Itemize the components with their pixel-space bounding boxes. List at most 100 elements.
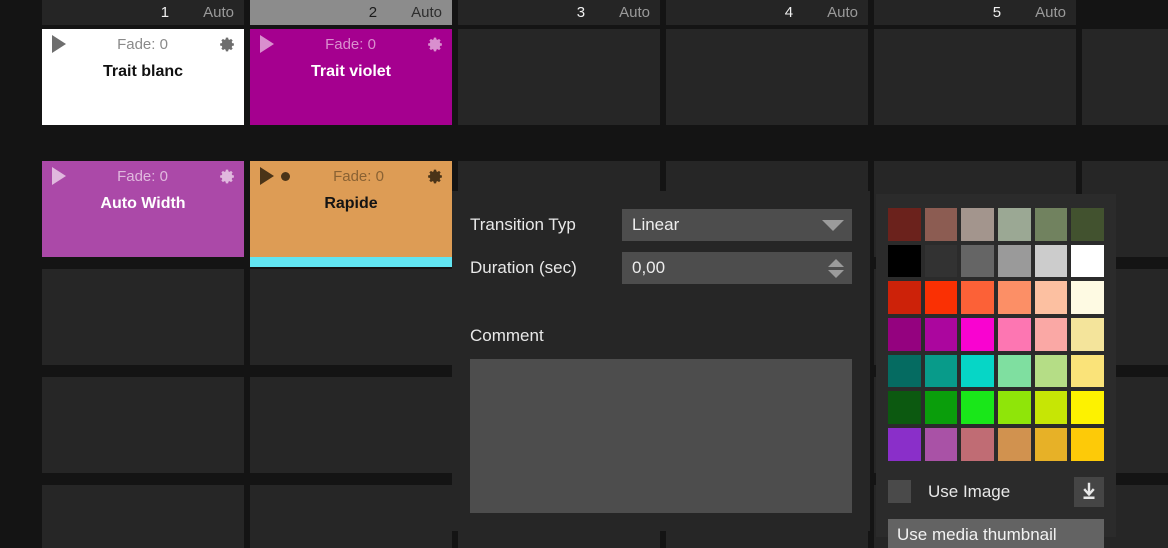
cue-cell[interactable]: Fade: 0 Auto Width (42, 161, 244, 257)
color-picker-panel: Use Image Use media thumbnail (876, 194, 1116, 548)
color-swatch[interactable] (998, 354, 1031, 388)
color-swatch[interactable] (961, 318, 995, 351)
play-icon[interactable] (52, 35, 66, 53)
color-swatch[interactable] (888, 428, 921, 461)
chevron-up-icon[interactable] (828, 258, 844, 267)
color-swatch[interactable] (1071, 281, 1105, 315)
cue-cell[interactable]: Fade: 0 Rapide (250, 161, 452, 267)
column-mode-label: Auto (827, 4, 858, 21)
color-swatch[interactable] (1034, 428, 1068, 461)
use-image-checkbox[interactable] (888, 480, 911, 504)
empty-cell[interactable] (250, 485, 452, 548)
comment-label: Comment (470, 326, 544, 345)
color-swatch[interactable] (961, 391, 995, 425)
gear-icon[interactable] (427, 36, 444, 53)
cue-cell-toolbar: Fade: 0 (42, 161, 244, 191)
stepper-arrows[interactable] (828, 258, 844, 278)
transition-type-dropdown[interactable]: Linear (622, 209, 852, 241)
duration-stepper[interactable]: 0,00 (622, 252, 852, 284)
cue-cell-toolbar: Fade: 0 (250, 161, 452, 191)
color-swatch[interactable] (888, 354, 921, 388)
column-header[interactable]: 3 Auto (458, 0, 660, 25)
column-number: 1 (160, 4, 170, 21)
color-swatch[interactable] (961, 244, 995, 278)
play-icon[interactable] (260, 35, 274, 53)
color-swatch-grid (888, 208, 1105, 461)
play-icon[interactable] (52, 167, 66, 185)
empty-cell[interactable] (666, 29, 868, 125)
column-header[interactable]: 2 Auto (250, 0, 452, 25)
gear-icon[interactable] (219, 168, 236, 185)
color-swatch[interactable] (1071, 318, 1105, 351)
cue-title: Rapide (324, 195, 378, 212)
empty-cell[interactable] (458, 29, 660, 125)
use-media-thumbnail-button[interactable]: Use media thumbnail (888, 518, 1104, 548)
record-dot-icon (281, 171, 290, 181)
color-swatch[interactable] (924, 208, 958, 241)
color-swatch[interactable] (961, 354, 995, 388)
color-swatch[interactable] (924, 281, 958, 315)
color-swatch[interactable] (888, 208, 921, 241)
color-swatch[interactable] (1071, 244, 1105, 278)
column-number: 2 (368, 4, 378, 21)
color-swatch[interactable] (1071, 391, 1105, 425)
cue-title: Auto Width (100, 195, 186, 212)
color-swatch[interactable] (888, 281, 921, 315)
color-swatch[interactable] (961, 281, 995, 315)
color-swatch[interactable] (998, 318, 1031, 351)
color-swatch[interactable] (1034, 281, 1068, 315)
fade-label: Fade: 0 (117, 35, 168, 53)
color-swatch[interactable] (998, 391, 1031, 425)
column-number: 4 (784, 4, 794, 21)
gear-icon[interactable] (219, 36, 236, 53)
cue-progress-bar (250, 257, 452, 267)
play-icon[interactable] (260, 167, 274, 185)
color-swatch[interactable] (961, 428, 995, 461)
color-swatch[interactable] (1071, 354, 1105, 388)
color-swatch[interactable] (1071, 208, 1105, 241)
color-swatch[interactable] (1034, 244, 1068, 278)
color-swatch[interactable] (924, 318, 958, 351)
empty-cell[interactable] (1082, 29, 1168, 125)
cue-cell[interactable]: Fade: 0 Trait blanc (42, 29, 244, 125)
cue-title: Trait blanc (102, 63, 184, 80)
color-swatch[interactable] (888, 391, 921, 425)
color-swatch[interactable] (998, 428, 1031, 461)
empty-cell[interactable] (42, 269, 244, 365)
color-swatch[interactable] (924, 428, 958, 461)
color-swatch[interactable] (1034, 354, 1068, 388)
gear-icon[interactable] (427, 168, 444, 185)
cue-properties-dialog: Transition Typ Linear Duration (sec) 0,0… (452, 191, 870, 531)
column-header[interactable]: 5 Auto (874, 0, 1076, 25)
empty-cell[interactable] (250, 269, 452, 365)
cue-cell-toolbar: Fade: 0 (250, 29, 452, 59)
color-swatch[interactable] (924, 354, 958, 388)
color-swatch[interactable] (1071, 428, 1105, 461)
chevron-down-icon[interactable] (828, 269, 844, 278)
color-swatch[interactable] (924, 244, 958, 278)
empty-cell[interactable] (874, 29, 1076, 125)
color-swatch[interactable] (1034, 391, 1068, 425)
cue-cell[interactable]: Fade: 0 Trait violet (250, 29, 452, 125)
fade-label: Fade: 0 (325, 35, 376, 53)
empty-cell[interactable] (250, 377, 452, 473)
empty-cell[interactable] (42, 377, 244, 473)
color-swatch[interactable] (1034, 318, 1068, 351)
color-swatch[interactable] (998, 244, 1031, 278)
column-header[interactable]: 1 Auto (42, 0, 244, 25)
column-header[interactable]: 4 Auto (666, 0, 868, 25)
transition-type-row: Transition Typ Linear (470, 209, 852, 241)
color-swatch[interactable] (888, 318, 921, 351)
download-icon[interactable] (1074, 476, 1104, 507)
color-swatch[interactable] (961, 208, 995, 241)
column-mode-label: Auto (619, 4, 650, 21)
color-swatch[interactable] (1034, 208, 1068, 241)
comment-input[interactable] (470, 359, 852, 513)
color-swatch[interactable] (998, 281, 1031, 315)
color-swatch[interactable] (924, 391, 958, 425)
transition-form: Transition Typ Linear Duration (sec) 0,0… (452, 191, 870, 300)
empty-cell[interactable] (42, 485, 244, 548)
transition-type-value: Linear (632, 215, 680, 234)
color-swatch[interactable] (998, 208, 1031, 241)
color-swatch[interactable] (888, 244, 921, 278)
